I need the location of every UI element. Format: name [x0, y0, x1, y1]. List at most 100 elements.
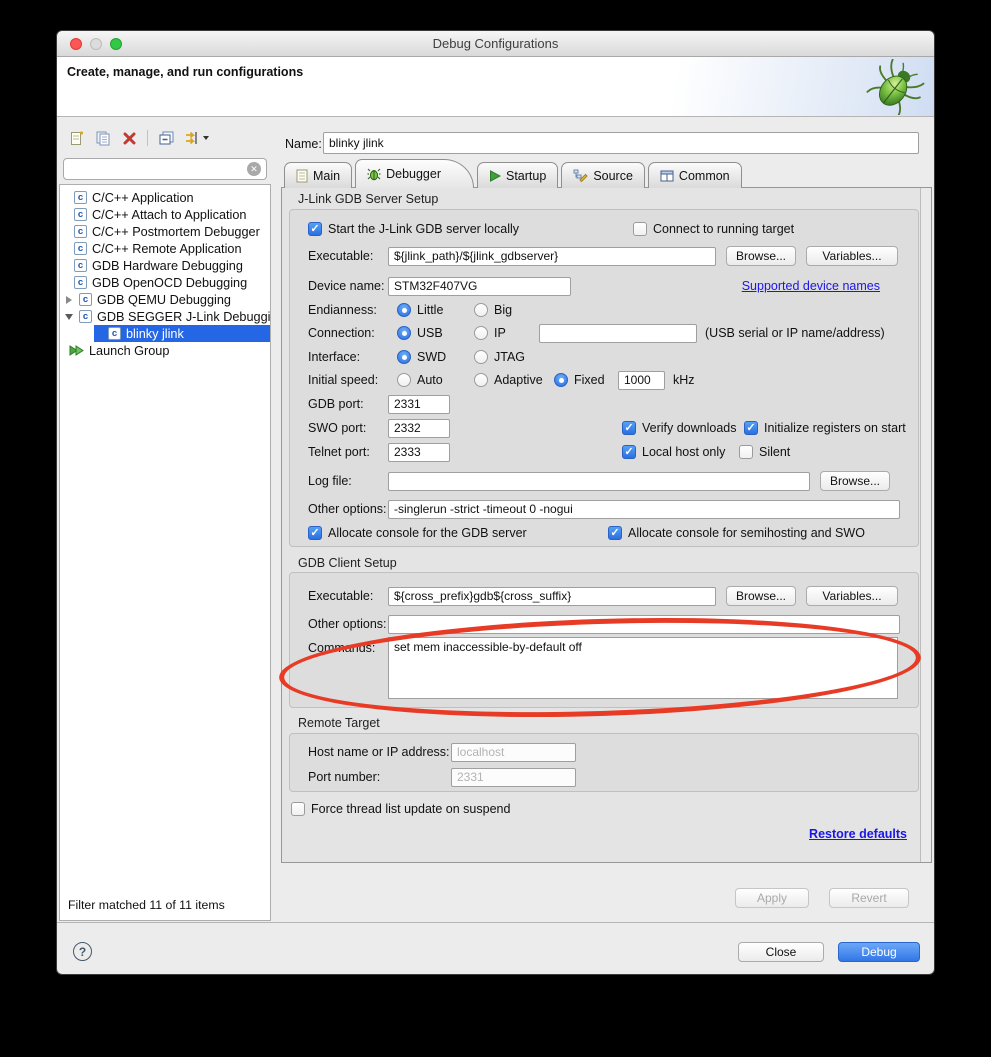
tree-item-cpp-postmortem[interactable]: c C/C++ Postmortem Debugger: [60, 223, 270, 240]
interface-swd-option: SWD: [397, 350, 474, 364]
config-tabs: Main Debugger Startup Source Common: [284, 159, 745, 188]
duplicate-configuration-icon[interactable]: [93, 129, 113, 147]
connection-ip-option: IP: [474, 326, 539, 340]
gdb-port-input[interactable]: [388, 394, 450, 414]
client-browse-button[interactable]: Browse...: [726, 586, 796, 606]
initial-speed-label: Initial speed:: [308, 373, 379, 387]
startup-tab-icon: [490, 169, 501, 182]
commands-textarea[interactable]: set mem inaccessible-by-default off: [388, 637, 898, 699]
server-other-options-input[interactable]: [388, 499, 900, 519]
delete-configuration-icon[interactable]: [119, 129, 139, 147]
server-variables-button[interactable]: Variables...: [806, 246, 898, 266]
adaptive-radio[interactable]: [474, 373, 488, 387]
selected-tree-row[interactable]: c blinky jlink: [94, 325, 270, 342]
collapse-all-icon[interactable]: [156, 129, 176, 147]
close-window-icon[interactable]: [70, 38, 82, 50]
little-radio[interactable]: [397, 303, 411, 317]
window-title: Debug Configurations: [432, 36, 559, 51]
tree-item-gdb-hardware[interactable]: c GDB Hardware Debugging: [60, 257, 270, 274]
tree-item-cpp-attach[interactable]: c C/C++ Attach to Application: [60, 206, 270, 223]
client-variables-button[interactable]: Variables...: [806, 586, 898, 606]
launch-configurations-tree: c C/C++ Application c C/C++ Attach to Ap…: [59, 184, 271, 921]
init-registers-option: Initialize registers on start: [744, 421, 906, 435]
start-local-checkbox[interactable]: [308, 222, 322, 236]
tree-item-gdb-segger[interactable]: c GDB SEGGER J-Link Debuggi: [60, 308, 270, 325]
usb-radio[interactable]: [397, 326, 411, 340]
c-type-icon: c: [74, 191, 87, 204]
toolbar-separator: [147, 130, 148, 146]
device-name-input[interactable]: [388, 276, 571, 296]
tab-common[interactable]: Common: [647, 162, 742, 188]
clear-filter-icon[interactable]: ✕: [247, 162, 261, 176]
log-browse-button[interactable]: Browse...: [820, 471, 890, 491]
connection-hint: (USB serial or IP name/address): [705, 326, 885, 340]
remote-group-title: Remote Target: [298, 716, 380, 730]
tab-startup[interactable]: Startup: [477, 162, 559, 188]
force-thread-checkbox[interactable]: [291, 802, 305, 816]
tree-item-cpp-remote[interactable]: c C/C++ Remote Application: [60, 240, 270, 257]
zoom-window-icon[interactable]: [110, 38, 122, 50]
jtag-radio[interactable]: [474, 350, 488, 364]
revert-button[interactable]: Revert: [829, 888, 909, 908]
endianness-label: Endianness:: [308, 303, 377, 317]
speed-auto-option: Auto: [397, 373, 474, 387]
supported-device-names-link[interactable]: Supported device names: [742, 279, 880, 293]
remote-group: Host name or IP address: Port number:: [289, 733, 919, 792]
local-host-only-checkbox[interactable]: [622, 445, 636, 459]
telnet-port-input[interactable]: [388, 442, 450, 462]
apply-button[interactable]: Apply: [735, 888, 809, 908]
silent-option: Silent: [739, 445, 790, 459]
port-number-input[interactable]: [451, 767, 576, 787]
debugger-tab-icon: [367, 168, 381, 181]
server-browse-button[interactable]: Browse...: [726, 246, 796, 266]
tab-source[interactable]: Source: [561, 162, 645, 188]
verify-downloads-option: Verify downloads: [622, 421, 744, 435]
silent-checkbox[interactable]: [739, 445, 753, 459]
filter-launch-configurations-icon[interactable]: [182, 129, 210, 147]
help-button[interactable]: ?: [73, 942, 92, 961]
connect-running-checkbox[interactable]: [633, 222, 647, 236]
debug-button[interactable]: Debug: [838, 942, 920, 962]
collapse-arrow-icon[interactable]: [64, 313, 74, 320]
alloc-console-gdb-checkbox[interactable]: [308, 526, 322, 540]
verify-downloads-checkbox[interactable]: [622, 421, 636, 435]
client-other-options-input[interactable]: [388, 614, 900, 634]
titlebar[interactable]: Debug Configurations: [57, 31, 934, 57]
fixed-radio[interactable]: [554, 373, 568, 387]
log-file-input[interactable]: [388, 471, 810, 491]
alloc-console-swo-checkbox[interactable]: [608, 526, 622, 540]
server-other-options-label: Other options:: [308, 502, 387, 516]
filter-configurations-input[interactable]: [64, 162, 247, 176]
speed-value-input[interactable]: [618, 370, 665, 390]
scrollbar-track[interactable]: [920, 188, 931, 862]
tree-item-gdb-openocd[interactable]: c GDB OpenOCD Debugging: [60, 274, 270, 291]
log-file-label: Log file:: [308, 474, 352, 488]
name-input[interactable]: [323, 132, 919, 154]
tree-item-launch-group[interactable]: Launch Group: [60, 342, 270, 359]
host-input[interactable]: [451, 742, 576, 762]
tree-item-cpp-application[interactable]: c C/C++ Application: [60, 189, 270, 206]
ip-radio[interactable]: [474, 326, 488, 340]
filter-status-text: Filter matched 11 of 11 items: [68, 898, 225, 912]
expand-arrow-icon[interactable]: [64, 295, 74, 304]
init-registers-checkbox[interactable]: [744, 421, 758, 435]
main-tab-icon: [296, 169, 308, 182]
client-executable-input[interactable]: [388, 586, 716, 606]
restore-defaults-link[interactable]: Restore defaults: [809, 827, 907, 841]
debug-configurations-dialog: Debug Configurations Create, manage, and…: [56, 30, 935, 975]
tab-main[interactable]: Main: [284, 162, 353, 188]
big-radio[interactable]: [474, 303, 488, 317]
new-configuration-icon[interactable]: [67, 129, 87, 147]
c-type-icon: c: [74, 208, 87, 221]
connection-address-input[interactable]: [539, 323, 697, 343]
close-button[interactable]: Close: [738, 942, 824, 962]
tab-debugger[interactable]: Debugger: [355, 159, 474, 188]
swd-radio[interactable]: [397, 350, 411, 364]
tree-item-gdb-qemu[interactable]: c GDB QEMU Debugging: [60, 291, 270, 308]
debugger-tab-content: J-Link GDB Server Setup Start the J-Link…: [281, 187, 932, 863]
auto-radio[interactable]: [397, 373, 411, 387]
client-other-options-label: Other options:: [308, 617, 387, 631]
swo-port-input[interactable]: [388, 418, 450, 438]
server-executable-input[interactable]: [388, 246, 716, 266]
minimize-window-icon[interactable]: [90, 38, 102, 50]
